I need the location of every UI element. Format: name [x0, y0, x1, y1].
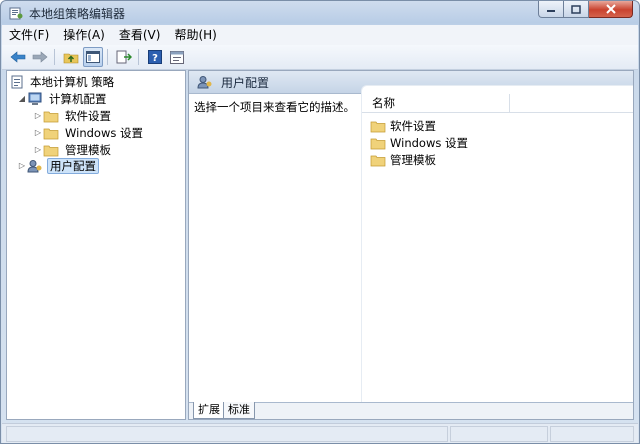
forward-arrow-icon	[32, 51, 48, 63]
toolbar-separator	[107, 49, 108, 65]
list-item-label: 软件设置	[390, 118, 436, 133]
back-arrow-icon	[10, 51, 26, 63]
item-list: 名称 软件设置 Windows 设置 管理模板	[361, 85, 633, 404]
tree-label-software-settings: 软件设置	[65, 108, 111, 123]
tree-label-admin-templates: 管理模板	[65, 142, 111, 157]
column-header: 名称	[362, 94, 633, 113]
maximize-icon	[571, 4, 581, 14]
tree-item-software-settings[interactable]: ▷ 软件设置	[33, 107, 113, 124]
tree-label-windows-settings: Windows 设置	[65, 125, 143, 140]
toolbar-separator	[138, 49, 139, 65]
export-list-button[interactable]	[114, 47, 134, 67]
folder-icon	[43, 111, 59, 122]
column-header-name[interactable]: 名称	[362, 94, 510, 112]
caption-buttons	[538, 1, 633, 19]
help-icon: ?	[148, 50, 162, 64]
view-tabs: 扩展 标准	[189, 402, 633, 419]
policy-document-icon	[11, 75, 23, 88]
tree-item-admin-templates[interactable]: ▷ 管理模板	[33, 141, 113, 158]
list-item[interactable]: 软件设置	[370, 117, 436, 134]
close-icon	[605, 4, 616, 14]
collapse-arrow-icon[interactable]: ◢	[17, 94, 27, 103]
svg-text:?: ?	[152, 53, 158, 64]
tree-label-computer-config: 计算机配置	[49, 91, 107, 106]
status-cell	[450, 426, 548, 442]
title-bar[interactable]: 本地组策略编辑器	[1, 1, 639, 25]
status-cell	[6, 426, 448, 442]
menu-file[interactable]: 文件(F)	[2, 25, 56, 45]
list-item-label: Windows 设置	[390, 135, 468, 150]
details-pane: 用户配置 选择一个项目来查看它的描述。 名称 软件设置 Windows 设置 管…	[188, 70, 634, 420]
user-icon	[27, 159, 42, 172]
forward-button[interactable]	[30, 47, 50, 67]
list-item[interactable]: Windows 设置	[370, 134, 468, 151]
app-window: 本地组策略编辑器 文件(F) 操作(A) 查看(V) 帮助(H) ? 本地计算机…	[0, 0, 640, 444]
details-header-title: 用户配置	[221, 75, 270, 90]
close-button[interactable]	[589, 1, 633, 18]
tab-extended[interactable]: 扩展	[193, 402, 225, 419]
policy-editor-icon	[9, 7, 23, 20]
description-text: 选择一个项目来查看它的描述。	[194, 100, 355, 114]
back-button[interactable]	[8, 47, 28, 67]
tree-label-user-config: 用户配置	[47, 157, 99, 174]
properties-icon	[170, 50, 184, 64]
show-hide-tree-icon	[86, 51, 100, 63]
maximize-button[interactable]	[564, 1, 589, 18]
tree-item-user-config[interactable]: ▷ 用户配置	[17, 157, 99, 174]
folder-icon	[370, 155, 386, 166]
tree-item-computer-config[interactable]: ◢ 计算机配置	[17, 90, 109, 107]
list-item-label: 管理模板	[390, 152, 436, 167]
expand-arrow-icon[interactable]: ▷	[33, 145, 43, 154]
expand-arrow-icon[interactable]: ▷	[33, 128, 43, 137]
minimize-button[interactable]	[538, 1, 564, 18]
status-cell	[550, 426, 634, 442]
up-folder-icon	[63, 53, 79, 64]
tree-item-root[interactable]: 本地计算机 策略	[10, 73, 116, 90]
minimize-icon	[547, 10, 555, 12]
computer-icon	[28, 92, 42, 105]
folder-icon	[370, 121, 386, 132]
folder-icon	[370, 138, 386, 149]
tab-standard[interactable]: 标准	[223, 402, 255, 419]
window-title: 本地组策略编辑器	[29, 7, 126, 21]
tree-pane: 本地计算机 策略 ◢ 计算机配置 ▷ 软件设置 ▷ Windows 设置 ▷ 管…	[6, 70, 186, 420]
tree-item-windows-settings[interactable]: ▷ Windows 设置	[33, 124, 145, 141]
toolbar-separator	[54, 49, 55, 65]
list-item[interactable]: 管理模板	[370, 151, 436, 168]
show-hide-tree-button[interactable]	[83, 47, 103, 67]
tree-label-root: 本地计算机 策略	[30, 74, 115, 89]
menu-bar: 文件(F) 操作(A) 查看(V) 帮助(H)	[2, 25, 638, 45]
export-list-icon	[116, 50, 132, 64]
menu-help[interactable]: 帮助(H)	[167, 25, 223, 45]
folder-icon	[43, 128, 59, 139]
properties-button[interactable]	[167, 47, 187, 67]
expand-arrow-icon[interactable]: ▷	[17, 161, 27, 170]
status-bar	[2, 423, 638, 443]
menu-view[interactable]: 查看(V)	[112, 25, 168, 45]
up-level-button[interactable]	[61, 47, 81, 67]
user-icon	[197, 76, 212, 89]
expand-arrow-icon[interactable]: ▷	[33, 111, 43, 120]
toolbar: ?	[2, 45, 638, 70]
help-button[interactable]: ?	[145, 47, 165, 67]
menu-action[interactable]: 操作(A)	[56, 25, 112, 45]
folder-icon	[43, 145, 59, 156]
